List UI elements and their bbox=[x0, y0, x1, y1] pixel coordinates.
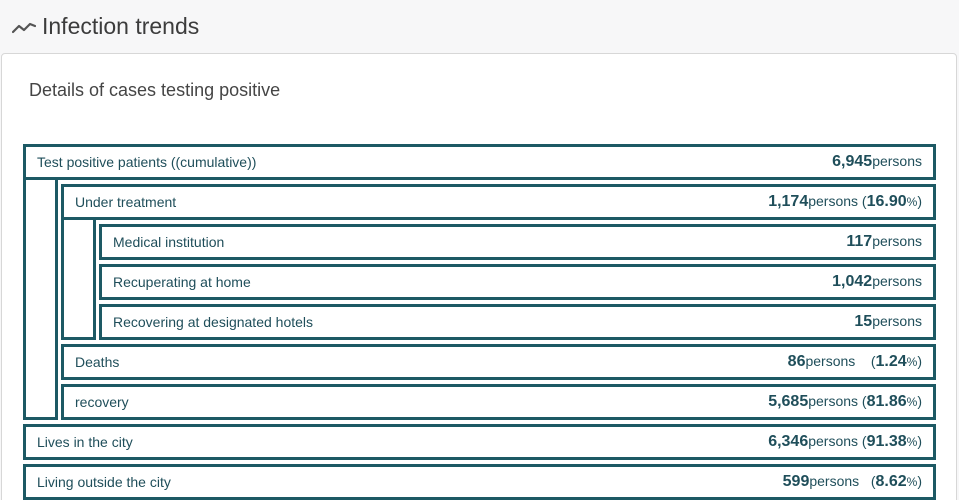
row-value: 1,042 persons bbox=[832, 273, 922, 290]
row-value: 86 persons (1.24 %) bbox=[787, 353, 922, 370]
row-designated-hotels: Recovering at designated hotels 15 perso… bbox=[99, 304, 936, 340]
row-label: Recovering at designated hotels bbox=[113, 314, 314, 330]
row-value: 15 persons bbox=[854, 313, 922, 330]
row-recuperating-home: Recuperating at home 1,042 persons bbox=[99, 264, 936, 300]
row-label: recovery bbox=[75, 394, 129, 410]
row-label: Living outside the city bbox=[37, 474, 171, 490]
total-group-frame bbox=[23, 144, 58, 420]
row-label: Medical institution bbox=[113, 234, 225, 250]
row-deaths: Deaths 86 persons (1.24 %) bbox=[61, 344, 936, 380]
row-value: 6,945 persons bbox=[832, 153, 922, 170]
row-label: Deaths bbox=[75, 354, 120, 370]
page-header: Infection trends bbox=[0, 0, 959, 52]
row-label: Recuperating at home bbox=[113, 274, 251, 290]
row-outside-city: Living outside the city 599 persons (8.6… bbox=[23, 464, 936, 500]
card-title: Details of cases testing positive bbox=[29, 80, 281, 100]
page-title: Infection trends bbox=[42, 12, 200, 39]
row-value: 6,346 persons (91.38 %) bbox=[768, 433, 922, 450]
row-value: 5,685 persons (81.86 %) bbox=[768, 393, 922, 410]
row-value: 1,174 persons (16.90 %) bbox=[768, 193, 922, 210]
row-label: Test positive patients ((cumulative)) bbox=[37, 154, 257, 170]
row-recovery: recovery 5,685 persons (81.86 %) bbox=[61, 384, 936, 420]
row-label: Lives in the city bbox=[37, 434, 133, 450]
row-lives-in-city: Lives in the city 6,346 persons (91.38 %… bbox=[23, 424, 936, 460]
row-label: Under treatment bbox=[75, 194, 177, 210]
row-value: 599 persons (8.62 %) bbox=[782, 473, 922, 490]
row-under-treatment: Under treatment 1,174 persons (16.90 %) bbox=[61, 184, 936, 220]
row-value: 117 persons bbox=[846, 233, 922, 250]
row-medical-institution: Medical institution 117 persons bbox=[99, 224, 936, 260]
trend-line-icon bbox=[12, 22, 36, 34]
row-total-positive: Test positive patients ((cumulative)) 6,… bbox=[23, 144, 936, 180]
